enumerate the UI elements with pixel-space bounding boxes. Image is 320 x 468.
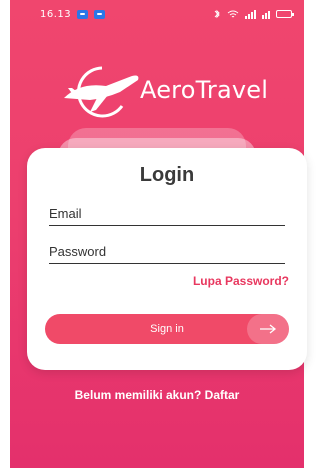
sign-in-button[interactable]: Sign in [45, 314, 289, 344]
signal-icon [245, 10, 256, 19]
status-right [212, 9, 294, 19]
status-bar: 16.13 [10, 0, 304, 28]
signal-2-icon [262, 11, 270, 19]
email-field [49, 202, 285, 226]
status-time: 16.13 [40, 8, 72, 20]
password-input[interactable] [49, 240, 285, 263]
sign-in-label: Sign in [150, 323, 184, 335]
notification-icon [77, 9, 89, 19]
forgot-password-link[interactable]: Lupa Password? [193, 274, 289, 288]
status-left: 16.13 [40, 8, 106, 20]
register-link[interactable]: Belum memiliki akun? Daftar [0, 388, 314, 402]
password-field [49, 240, 285, 264]
shield-icon [94, 9, 106, 19]
wifi-icon [227, 10, 239, 18]
arrow-right-icon [247, 314, 289, 344]
email-input[interactable] [49, 202, 285, 225]
bluetooth-icon [214, 9, 220, 19]
login-title: Login [139, 164, 195, 186]
battery-icon [276, 10, 294, 18]
airplane-logo-icon [64, 66, 139, 118]
brand-logo: AeroTravel [60, 62, 280, 122]
login-card: Login Lupa Password? Sign in [27, 148, 307, 370]
brand-name: AeroTravel [140, 76, 269, 104]
